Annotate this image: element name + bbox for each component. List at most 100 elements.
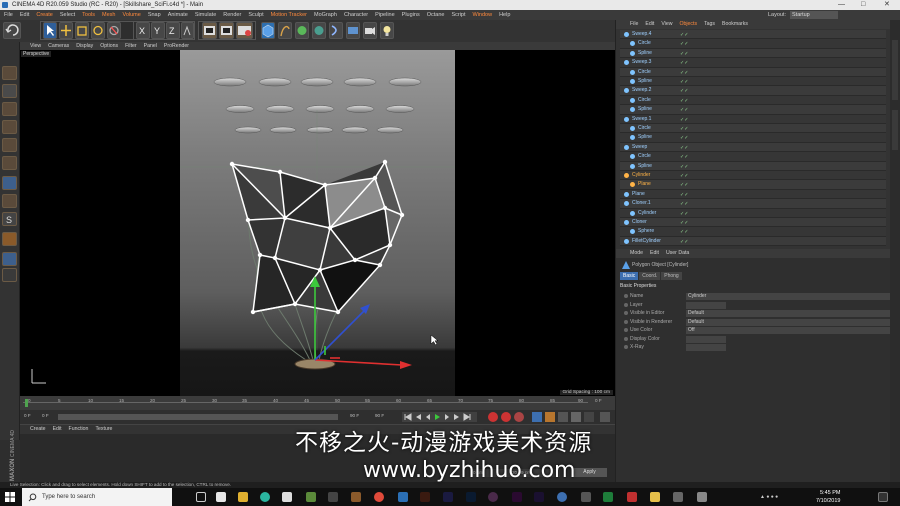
pla-key-icon[interactable] [584,412,594,422]
object-row[interactable]: Circle ✓✓ [620,152,886,162]
property-dot-icon[interactable] [624,328,628,332]
am-menu-mode[interactable]: Mode [630,250,643,256]
om-menu-edit[interactable]: Edit [645,21,654,27]
vp-menu-view[interactable]: View [30,43,41,49]
object-row[interactable]: Sweep ✓✓ [620,142,886,153]
property-dot-icon[interactable] [624,336,628,341]
range-slider[interactable] [58,414,338,420]
menu-animate[interactable]: Animate [168,10,188,20]
mat-menu-texture[interactable]: Texture [95,426,112,432]
app-teal-icon[interactable] [260,492,270,502]
menu-snap[interactable]: Snap [148,10,161,20]
mat-menu-edit[interactable]: Edit [53,426,62,432]
object-row[interactable]: Sweep.2 ✓✓ [620,86,886,96]
edges-mode-icon[interactable] [2,138,17,152]
environment-icon[interactable] [346,22,360,39]
select-tool-icon[interactable] [43,22,57,39]
am-menu-edit[interactable]: Edit [650,250,659,256]
move-tool-icon[interactable] [59,22,73,39]
minimize-button[interactable]: — [838,0,845,10]
app-gray-icon[interactable] [328,492,338,502]
end-frame-field[interactable]: 90 F [350,413,359,418]
menu-pipeline[interactable]: Pipeline [375,10,395,20]
menu-plugins[interactable]: Plugins [402,10,420,20]
object-row[interactable]: Sweep.1 ✓✓ [620,114,886,124]
app-misc-icon[interactable] [673,492,683,502]
tab-coord[interactable]: Coord. [639,272,661,280]
autokey-icon[interactable] [501,412,511,422]
deformer-icon[interactable] [329,22,343,39]
menu-file[interactable]: File [4,10,13,20]
pen-icon[interactable] [278,22,292,39]
rotate-tool-icon[interactable] [91,22,105,39]
menu-mograph[interactable]: MoGraph [314,10,337,20]
cube-icon[interactable] [261,22,275,39]
pos-key-icon[interactable] [532,412,542,422]
keyframe-selection-icon[interactable] [514,412,524,422]
object-row[interactable]: Spline ✓✓ [620,77,886,87]
polygons-mode-icon[interactable] [2,156,17,170]
visibility-check-icon[interactable]: ✓✓ [680,238,688,247]
sticky-icon[interactable] [650,492,660,502]
menu-mesh[interactable]: Mesh [102,10,115,20]
array-icon[interactable] [312,22,326,39]
vp-menu-cameras[interactable]: Cameras [48,43,69,49]
apply-button[interactable]: Apply [572,468,607,477]
x-axis-lock-icon[interactable]: X [136,22,150,39]
maximize-button[interactable]: □ [861,0,865,10]
property-value[interactable] [686,301,726,309]
object-row[interactable]: Circle ✓✓ [620,95,886,106]
app-white-icon[interactable] [282,492,292,502]
layout-dropdown[interactable]: Startup [790,11,838,19]
vp-menu-display[interactable]: Display [76,43,93,49]
menu-select[interactable]: Select [60,10,75,20]
am-menu-user-data[interactable]: User Data [666,250,689,256]
property-dot-icon[interactable] [624,302,628,307]
param-key-icon[interactable] [571,412,581,422]
om-menu-file[interactable]: File [630,21,638,27]
recent-tool-icon[interactable] [107,22,121,39]
make-editable-icon[interactable] [2,66,17,80]
taskbar-search[interactable]: Type here to search [22,488,172,506]
model-mode-icon[interactable] [2,102,17,116]
after-effects-icon[interactable] [443,492,453,502]
menu-sculpt[interactable]: Sculpt [248,10,263,20]
app-dark-icon[interactable] [488,492,498,502]
app-slate-icon[interactable] [581,492,591,502]
app-red-icon[interactable] [627,492,637,502]
app-misc2-icon[interactable] [697,492,707,502]
side-tab-objects[interactable] [892,40,898,100]
property-value[interactable] [686,344,726,351]
menu-octane[interactable]: Octane [427,10,445,20]
property-dot-icon[interactable] [624,294,628,298]
object-row[interactable]: Circle ✓✓ [620,39,886,49]
property-value[interactable] [686,335,726,343]
object-row[interactable]: Sweep.3 ✓✓ [620,58,886,68]
coord-system-icon[interactable] [181,22,194,39]
side-tab-browser[interactable] [892,110,898,150]
object-row[interactable]: Plane ✓✓ [620,189,886,200]
object-row[interactable]: Cylinder ✓✓ [620,171,886,181]
object-row[interactable]: Circle ✓✓ [620,67,886,77]
scale-key-icon[interactable] [545,412,555,422]
object-row[interactable]: Cloner ✓✓ [620,218,886,228]
property-dot-icon[interactable] [624,311,628,315]
property-dot-icon[interactable] [624,319,628,324]
timeline-window-icon[interactable] [600,412,610,422]
lock-icon[interactable] [2,268,17,282]
render-pv-icon[interactable] [219,22,234,39]
object-row[interactable]: Spline ✓✓ [620,133,886,143]
vp-menu-options[interactable]: Options [100,43,118,49]
property-value[interactable]: Cylinder [686,293,896,300]
notifications-icon[interactable] [878,492,888,502]
app-green-icon[interactable] [306,492,316,502]
object-row[interactable]: Spline ✓✓ [620,48,886,59]
menu-volume[interactable]: Volume [122,10,140,20]
max-frame-field[interactable]: 90 F [375,413,384,418]
rot-key-icon[interactable] [558,412,568,422]
property-dot-icon[interactable] [624,345,628,349]
y-axis-lock-icon[interactable]: Y [151,22,165,39]
daz-studio-icon[interactable] [351,492,361,502]
menu-tools[interactable]: Tools [82,10,95,20]
object-row[interactable]: FilletCylinder ✓✓ [620,236,886,247]
